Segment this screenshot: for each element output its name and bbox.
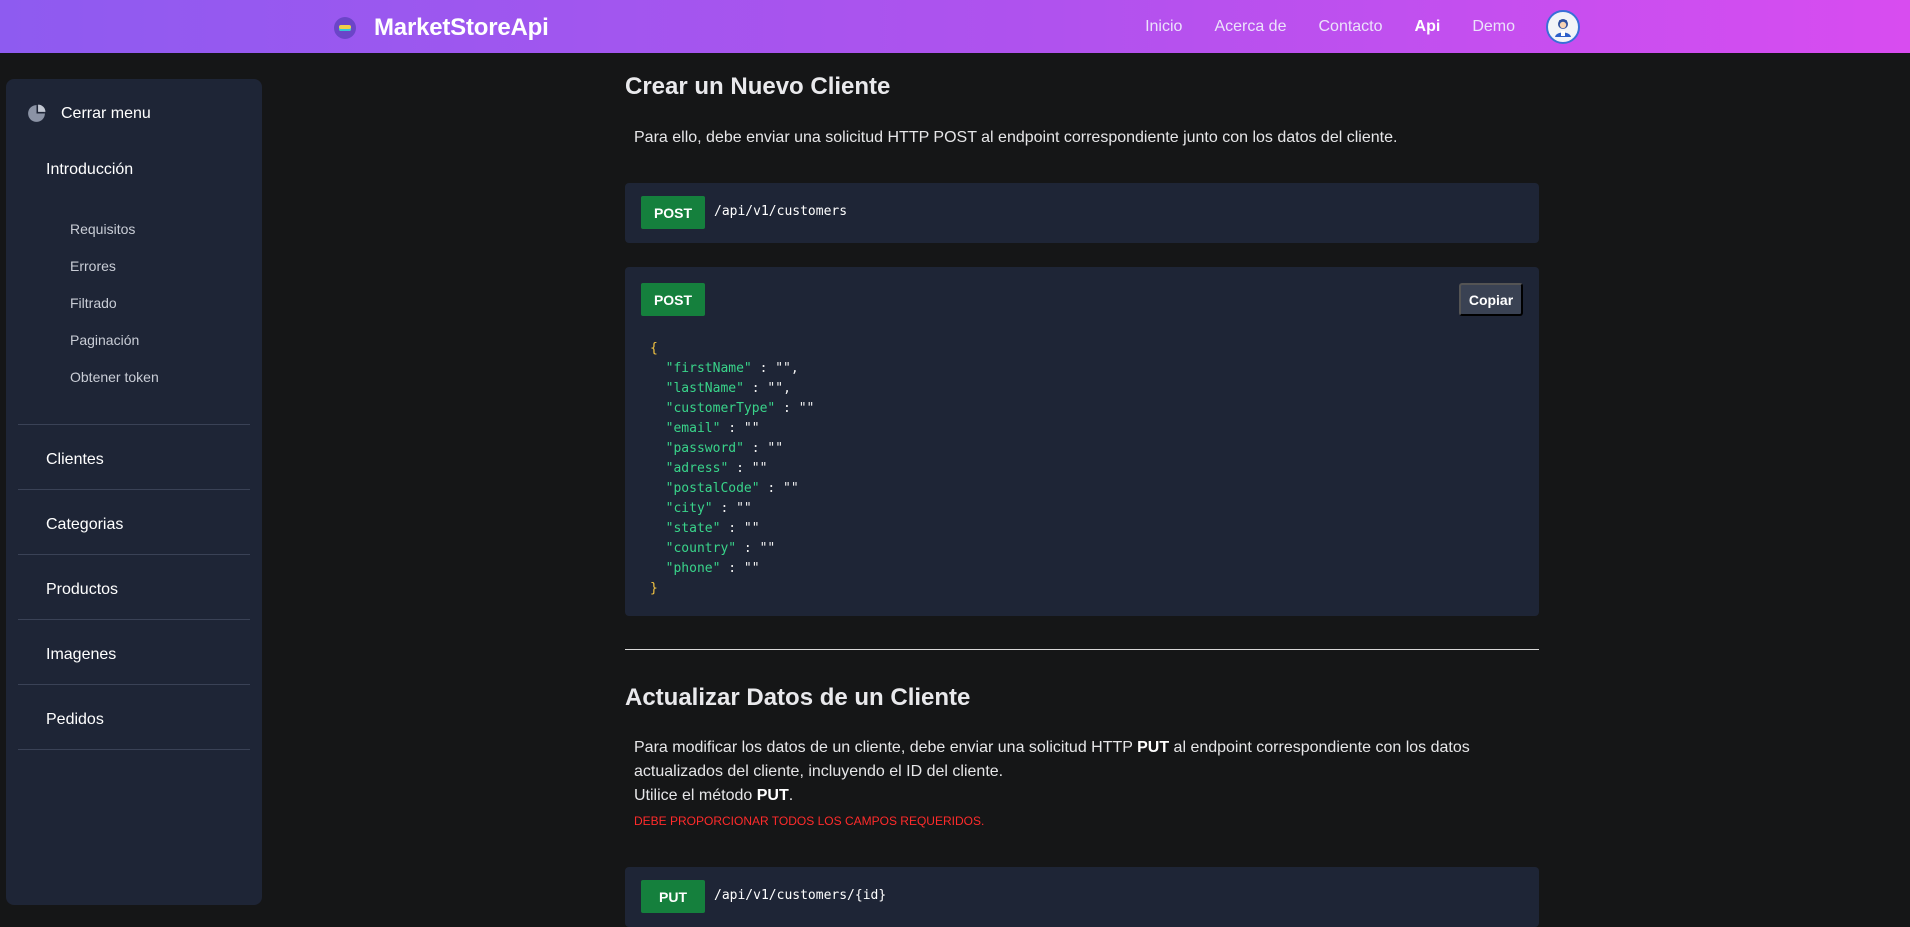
- json-key: "postalCode": [665, 481, 760, 496]
- sidebar-item-filtrado[interactable]: Filtrado: [70, 295, 117, 311]
- brand-logo-icon: [334, 16, 356, 39]
- post-method-badge: POST: [641, 283, 705, 316]
- endpoint-path: /api/v1/customers/{id}: [714, 888, 887, 903]
- sidebar-section-clientes[interactable]: Clientes: [46, 451, 104, 469]
- sidebar-divider: [18, 749, 250, 750]
- sidebar-item-errores[interactable]: Errores: [70, 258, 116, 274]
- nav-link-acerca-de[interactable]: Acerca de: [1214, 18, 1286, 36]
- sidebar-item-paginacion[interactable]: Paginación: [70, 332, 139, 348]
- create-customer-title: Crear un Nuevo Cliente: [625, 73, 891, 100]
- main-nav: Inicio Acerca de Contacto Api Demo: [1113, 0, 1580, 53]
- nav-link-api[interactable]: Api: [1415, 18, 1441, 36]
- json-key: "city": [665, 501, 713, 516]
- json-key: "phone": [665, 561, 721, 576]
- create-endpoint-box: POST /api/v1/customers: [625, 183, 1539, 243]
- json-key: "state": [665, 521, 721, 536]
- user-avatar-icon[interactable]: [1546, 9, 1580, 44]
- sidebar-section-productos[interactable]: Productos: [46, 581, 118, 599]
- sidebar-divider: [18, 489, 250, 490]
- json-key: "firstName": [665, 361, 752, 376]
- create-customer-description: Para ello, debe enviar una solicitud HTT…: [634, 129, 1398, 146]
- sidebar-divider: [18, 424, 250, 425]
- json-code: { "firstName" : "", "lastName" : "", "cu…: [650, 339, 814, 599]
- sidebar-item-obtener-token[interactable]: Obtener token: [70, 369, 159, 385]
- update-endpoint-box: PUT /api/v1/customers/{id}: [625, 867, 1539, 927]
- json-key: "email": [665, 421, 721, 436]
- json-key: "country": [665, 541, 737, 556]
- nav-link-inicio[interactable]: Inicio: [1145, 18, 1182, 36]
- json-key: "customerType": [665, 401, 776, 416]
- update-customer-title: Actualizar Datos de un Cliente: [625, 684, 971, 711]
- brand[interactable]: MarketStoreApi: [334, 14, 549, 41]
- code-open-brace: {: [650, 341, 658, 356]
- post-method-badge: POST: [641, 196, 705, 229]
- brand-name: MarketStoreApi: [374, 13, 549, 41]
- sidebar-divider: [18, 619, 250, 620]
- json-key: "password": [665, 441, 744, 456]
- sidebar-item-requisitos[interactable]: Requisitos: [70, 221, 135, 237]
- pie-chart-icon: [28, 104, 46, 122]
- required-fields-warning: DEBE PROPORCIONAR TODOS LOS CAMPOS REQUE…: [634, 814, 985, 828]
- sidebar-section-categorias[interactable]: Categorias: [46, 516, 123, 534]
- sidebar-divider: [18, 554, 250, 555]
- nav-link-demo[interactable]: Demo: [1472, 18, 1515, 36]
- sidebar: Cerrar menu Introducción Requisitos Erro…: [6, 79, 262, 905]
- endpoint-path: /api/v1/customers: [714, 204, 848, 219]
- section-divider: [625, 649, 1539, 650]
- close-menu-label: Cerrar menu: [61, 104, 151, 122]
- nav-link-contacto[interactable]: Contacto: [1318, 18, 1382, 36]
- request-body-code-block: POST Copiar { "firstName" : "", "lastNam…: [625, 267, 1539, 616]
- update-customer-description: Para modificar los datos de un cliente, …: [634, 739, 1470, 780]
- sidebar-section-imagenes[interactable]: Imagenes: [46, 646, 116, 664]
- update-method-line: Utilice el método PUT.: [634, 787, 794, 804]
- code-close-brace: }: [650, 581, 658, 596]
- json-key: "lastName": [665, 381, 744, 396]
- put-method-badge: PUT: [641, 880, 705, 913]
- json-key: "adress": [665, 461, 729, 476]
- sidebar-divider: [18, 684, 250, 685]
- top-navbar: MarketStoreApi Inicio Acerca de Contacto…: [0, 0, 1910, 53]
- copy-button[interactable]: Copiar: [1459, 283, 1523, 316]
- sidebar-section-pedidos[interactable]: Pedidos: [46, 711, 104, 729]
- close-menu-button[interactable]: Cerrar menu: [26, 103, 151, 124]
- sidebar-section-introduccion[interactable]: Introducción: [46, 161, 133, 179]
